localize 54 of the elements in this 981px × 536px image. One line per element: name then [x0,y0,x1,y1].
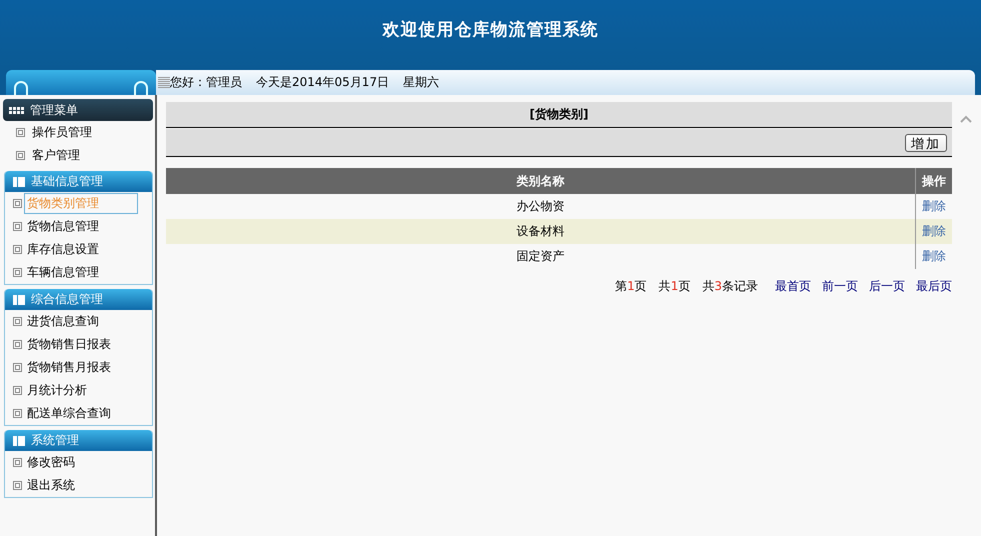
page-icon [13,363,22,372]
page-icon [13,222,22,231]
column-header: 操作 [916,168,952,194]
menu-item[interactable]: 货物信息管理 [24,216,102,237]
panel-icon [13,436,25,446]
menu-item[interactable]: 库存信息设置 [24,239,102,260]
menu-item[interactable]: 货物销售月报表 [24,357,114,378]
page-icon [13,386,22,395]
menu-item[interactable]: 进货信息查询 [24,311,102,332]
menu-title: 管理菜单 [3,99,153,121]
page-icon [13,458,22,467]
group-header[interactable]: 基础信息管理 [5,171,152,192]
page-icon [13,409,22,418]
page-icon [13,317,22,326]
table-cell: 设备材料 [166,219,916,244]
table-cell: 固定资产 [166,244,916,269]
scroll-up-icon[interactable] [960,115,972,123]
date-text: 今天是2014年05月17日 [256,74,390,91]
page-icon [13,481,22,490]
page-link[interactable]: 最后页 [916,278,952,295]
menu-item[interactable]: 操作员管理 [29,122,95,143]
menu-item[interactable]: 客户管理 [29,145,83,166]
delete-link[interactable]: 删除 [922,199,946,213]
add-button[interactable]: 增加 [905,134,947,152]
panel-icon [13,294,25,304]
page-icon [16,151,25,160]
group-header[interactable]: 综合信息管理 [5,289,152,310]
menu-item[interactable]: 月统计分析 [24,380,90,401]
page-icon [13,245,22,254]
menu-item[interactable]: 修改密码 [24,452,78,473]
greeting-text: 您好：管理员 [170,74,242,91]
lines-icon [158,77,170,88]
page-link[interactable]: 前一页 [822,278,858,295]
delete-link[interactable]: 删除 [922,249,946,263]
page-link[interactable]: 后一页 [869,278,905,295]
page-count-text: 第1页 [615,278,647,295]
weekday-text: 星期六 [403,74,440,91]
menu-item[interactable]: 配送单综合查询 [24,403,114,424]
page-icon [13,199,22,208]
column-header: 类别名称 [166,168,916,194]
app-title: 欢迎使用仓库物流管理系统 [382,18,598,40]
page-icon [13,340,22,349]
page-icon [16,128,25,137]
menu-item[interactable]: 货物销售日报表 [24,334,114,355]
page-count-text: 共1页 [658,278,690,295]
table-cell: 办公物资 [166,194,916,219]
grid-icon [9,106,25,114]
panel-title-bar: [货物类别] [166,102,952,128]
menu-item[interactable]: 退出系统 [24,475,78,496]
page-count-text: 共3条记录 [702,278,758,295]
page-icon [13,268,22,277]
menu-item[interactable]: 车辆信息管理 [24,262,102,283]
page-link[interactable]: 最首页 [775,278,811,295]
panel-icon [13,176,25,186]
